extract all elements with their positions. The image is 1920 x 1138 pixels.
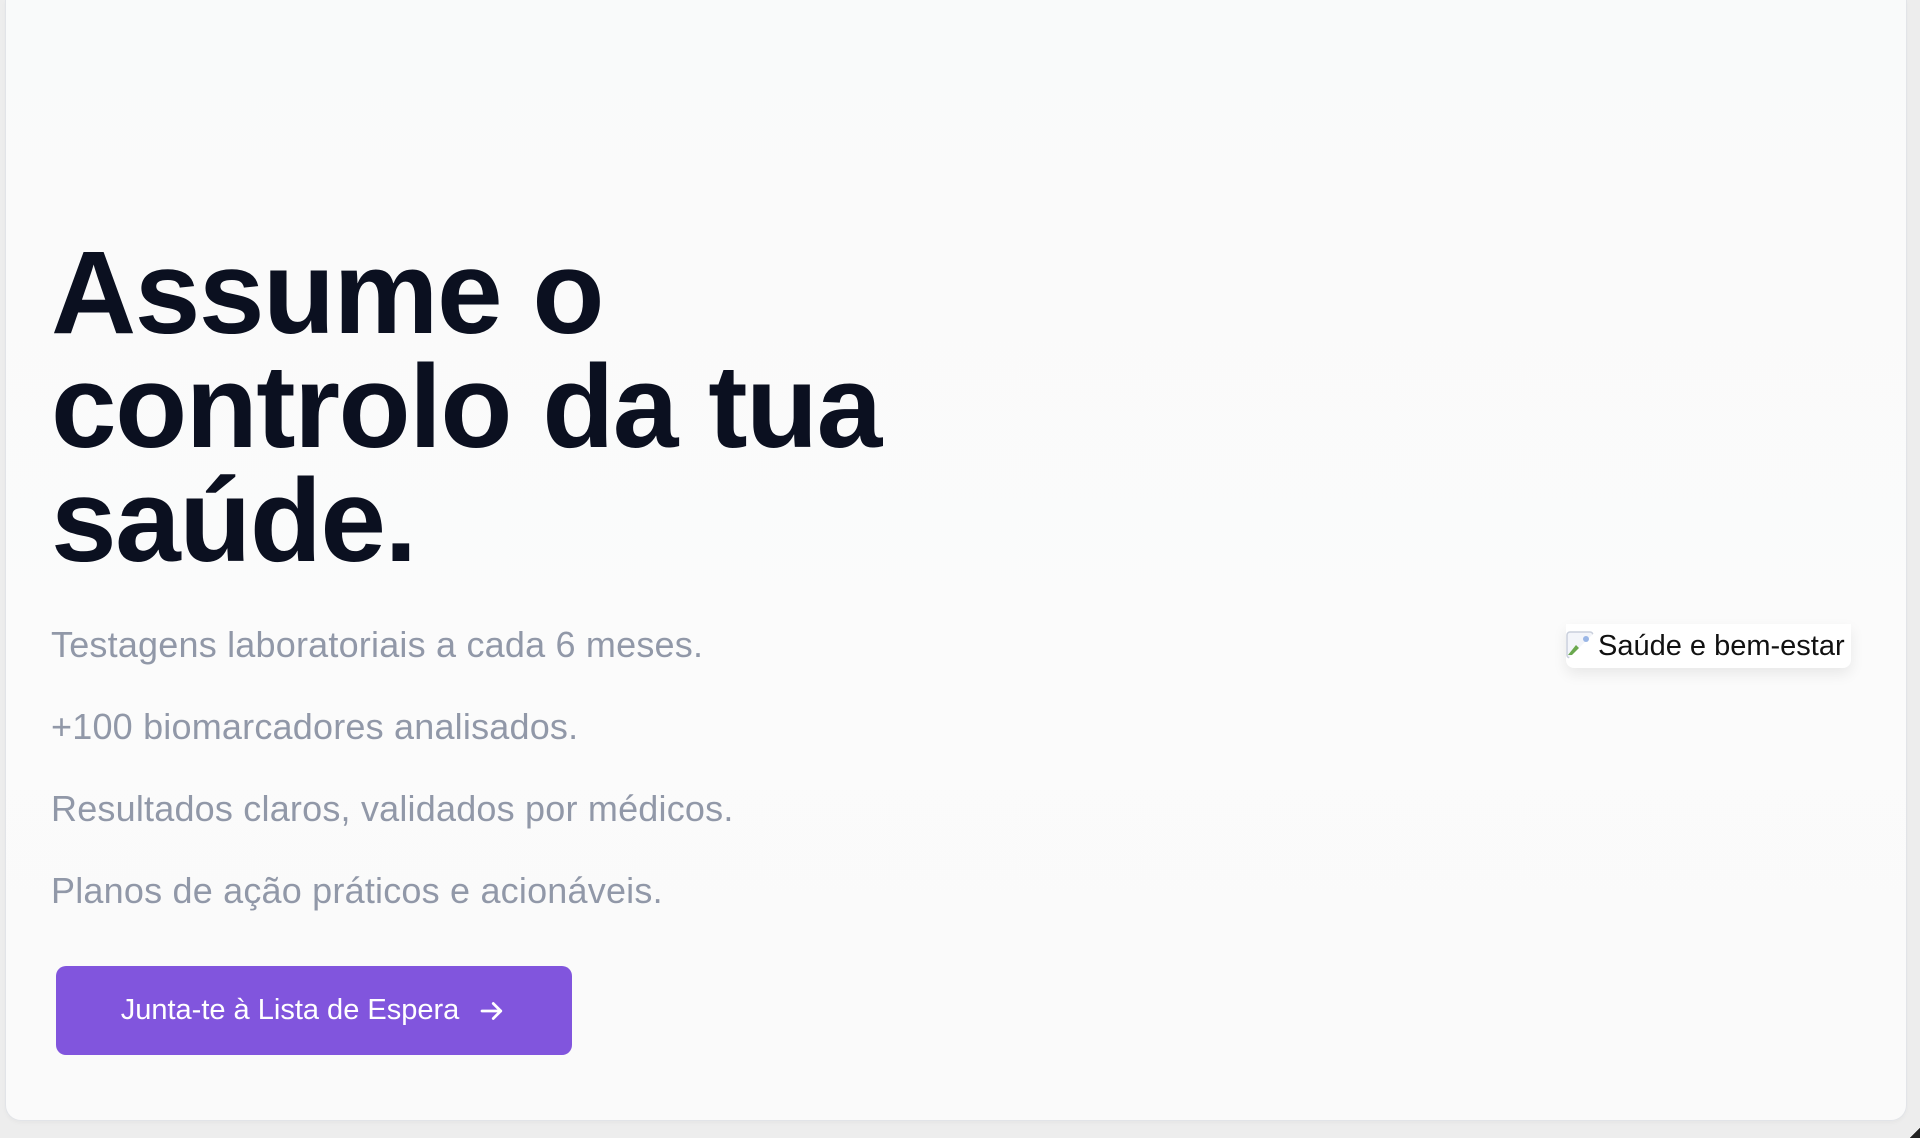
feature-item-testing: Testagens laboratoriais a cada 6 meses. (51, 624, 704, 665)
hero-section: Assume o controlo da tua saúde. Testagen… (51, 227, 951, 952)
hero-image-alt-text: Saúde e bem-estar (1598, 629, 1845, 662)
window-corner (1910, 1128, 1920, 1138)
hero-image: Saúde e bem-estar (1566, 624, 1851, 668)
page-frame: Assume o controlo da tua saúde. Testagen… (5, 0, 1907, 1121)
hero-headline: Assume o controlo da tua saúde. (51, 227, 882, 587)
feature-item-results: Resultados claros, validados por médicos… (51, 788, 734, 829)
feature-list: Testagens laboratoriais a cada 6 meses. … (51, 624, 951, 912)
join-waitlist-button[interactable]: Junta-te à Lista de Espera (56, 966, 572, 1055)
arrow-right-icon (477, 996, 507, 1026)
broken-image-icon (1566, 631, 1596, 661)
feature-item-biomarkers: +100 biomarcadores analisados. (51, 706, 579, 747)
feature-item-action-plans: Planos de ação práticos e acionáveis. (51, 870, 663, 911)
join-waitlist-label: Junta-te à Lista de Espera (120, 994, 460, 1026)
